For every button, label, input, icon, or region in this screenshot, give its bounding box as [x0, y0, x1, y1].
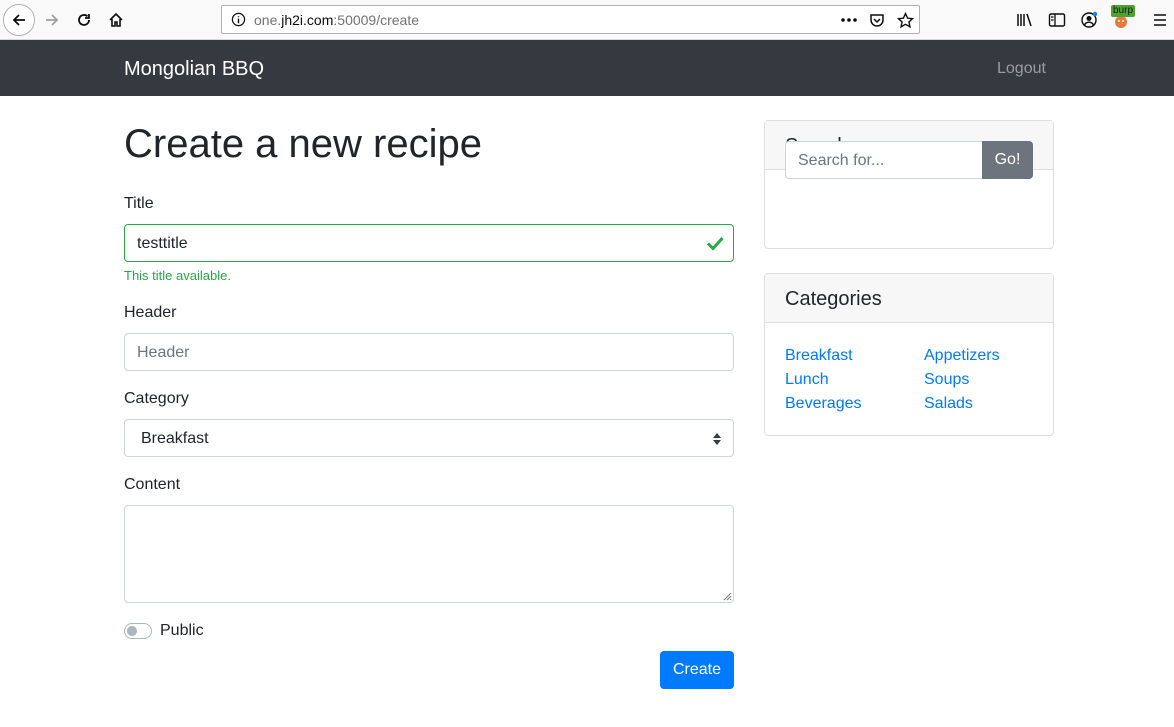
search-card: Search Search for... Go! — [764, 120, 1054, 249]
page-actions-button[interactable] — [840, 11, 858, 29]
search-input-placeholder: Search for... — [798, 152, 885, 169]
category-link-beverages[interactable]: Beverages — [785, 394, 862, 414]
search-input[interactable]: Search for... — [785, 141, 983, 179]
category-link-soups[interactable]: Soups — [924, 370, 969, 390]
forward-button[interactable] — [36, 4, 68, 36]
sidebar-icon — [1048, 13, 1066, 27]
address-bar[interactable]: one.jh2i.com:50009/create — [221, 5, 920, 34]
categories-card-title: Categories — [785, 288, 882, 310]
resize-grip-icon[interactable] — [722, 591, 732, 601]
content-textarea[interactable] — [124, 505, 734, 603]
reload-icon — [78, 14, 90, 26]
more-horizontal-icon — [841, 18, 857, 22]
bookmark-star-button[interactable] — [896, 11, 914, 29]
header-input-placeholder: Header — [137, 344, 190, 361]
categories-card-header: Categories — [765, 274, 1053, 323]
title-input-value: testtitle — [137, 235, 188, 252]
page-title: Create a new recipe — [124, 122, 482, 166]
content-label: Content — [124, 476, 181, 493]
title-input[interactable]: testtitle — [124, 224, 734, 262]
browser-toolbar: one.jh2i.com:50009/create burp — [0, 0, 1174, 40]
menu-button[interactable] — [1150, 10, 1170, 30]
url-text: one.jh2i.com:50009/create — [254, 12, 420, 28]
reload-button[interactable] — [68, 4, 100, 36]
pocket-button[interactable] — [868, 11, 886, 29]
public-toggle[interactable] — [124, 623, 152, 639]
search-go-button[interactable]: Go! — [982, 141, 1033, 179]
create-button[interactable]: Create — [660, 651, 734, 689]
back-button[interactable] — [3, 4, 35, 36]
hamburger-menu-icon — [1154, 14, 1166, 26]
header-input[interactable]: Header — [124, 333, 734, 371]
category-select[interactable]: Breakfast — [124, 419, 734, 457]
library-button[interactable] — [1015, 10, 1035, 30]
categories-card: Categories Breakfast Lunch Beverages App… — [764, 273, 1054, 436]
title-valid-feedback: This title available. — [124, 268, 231, 283]
title-label: Title — [124, 195, 154, 212]
category-link-lunch[interactable]: Lunch — [785, 370, 829, 390]
sidebar-button[interactable] — [1047, 10, 1067, 30]
home-icon — [109, 12, 123, 27]
star-icon — [896, 11, 914, 28]
category-link-salads[interactable]: Salads — [924, 394, 973, 414]
public-toggle-label[interactable]: Public — [160, 621, 204, 641]
arrow-left-icon — [12, 14, 25, 26]
category-link-breakfast[interactable]: Breakfast — [785, 346, 853, 366]
burp-badge: burp — [1111, 5, 1136, 17]
home-button[interactable] — [100, 4, 132, 36]
site-navbar: Mongolian BBQ Logout — [0, 40, 1174, 96]
toggle-knob — [127, 626, 137, 636]
category-select-value: Breakfast — [141, 430, 209, 447]
category-label: Category — [124, 390, 189, 407]
header-label: Header — [124, 304, 177, 321]
arrow-right-icon — [46, 14, 59, 26]
checkmark-icon — [706, 236, 724, 251]
library-icon — [1017, 13, 1032, 27]
logout-link[interactable]: Logout — [997, 59, 1046, 79]
pocket-icon — [870, 14, 884, 27]
brand-link[interactable]: Mongolian BBQ — [124, 57, 264, 81]
account-button[interactable] — [1079, 10, 1099, 30]
category-link-appetizers[interactable]: Appetizers — [924, 346, 1000, 366]
info-icon — [231, 12, 246, 27]
select-arrows-icon — [713, 433, 721, 445]
account-icon — [1081, 11, 1098, 28]
